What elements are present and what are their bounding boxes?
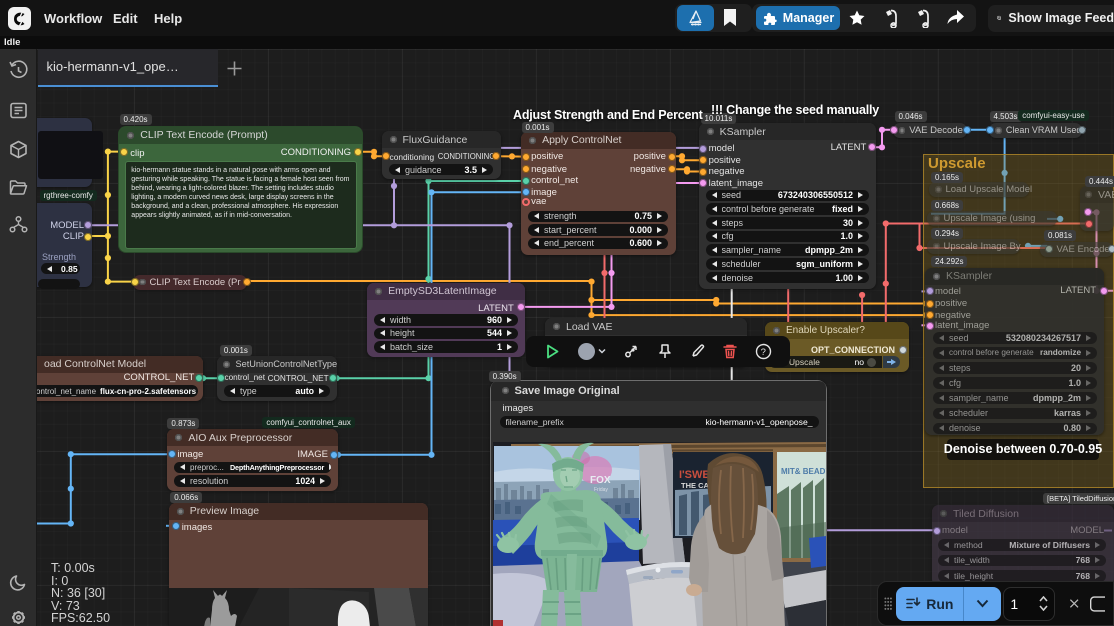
- svg-text:FOX: FOX: [590, 475, 611, 486]
- svg-text:MIT& BEADY: MIT& BEADY: [781, 467, 826, 476]
- svg-text:Friday: Friday: [594, 487, 608, 493]
- svg-text:?: ?: [760, 347, 765, 358]
